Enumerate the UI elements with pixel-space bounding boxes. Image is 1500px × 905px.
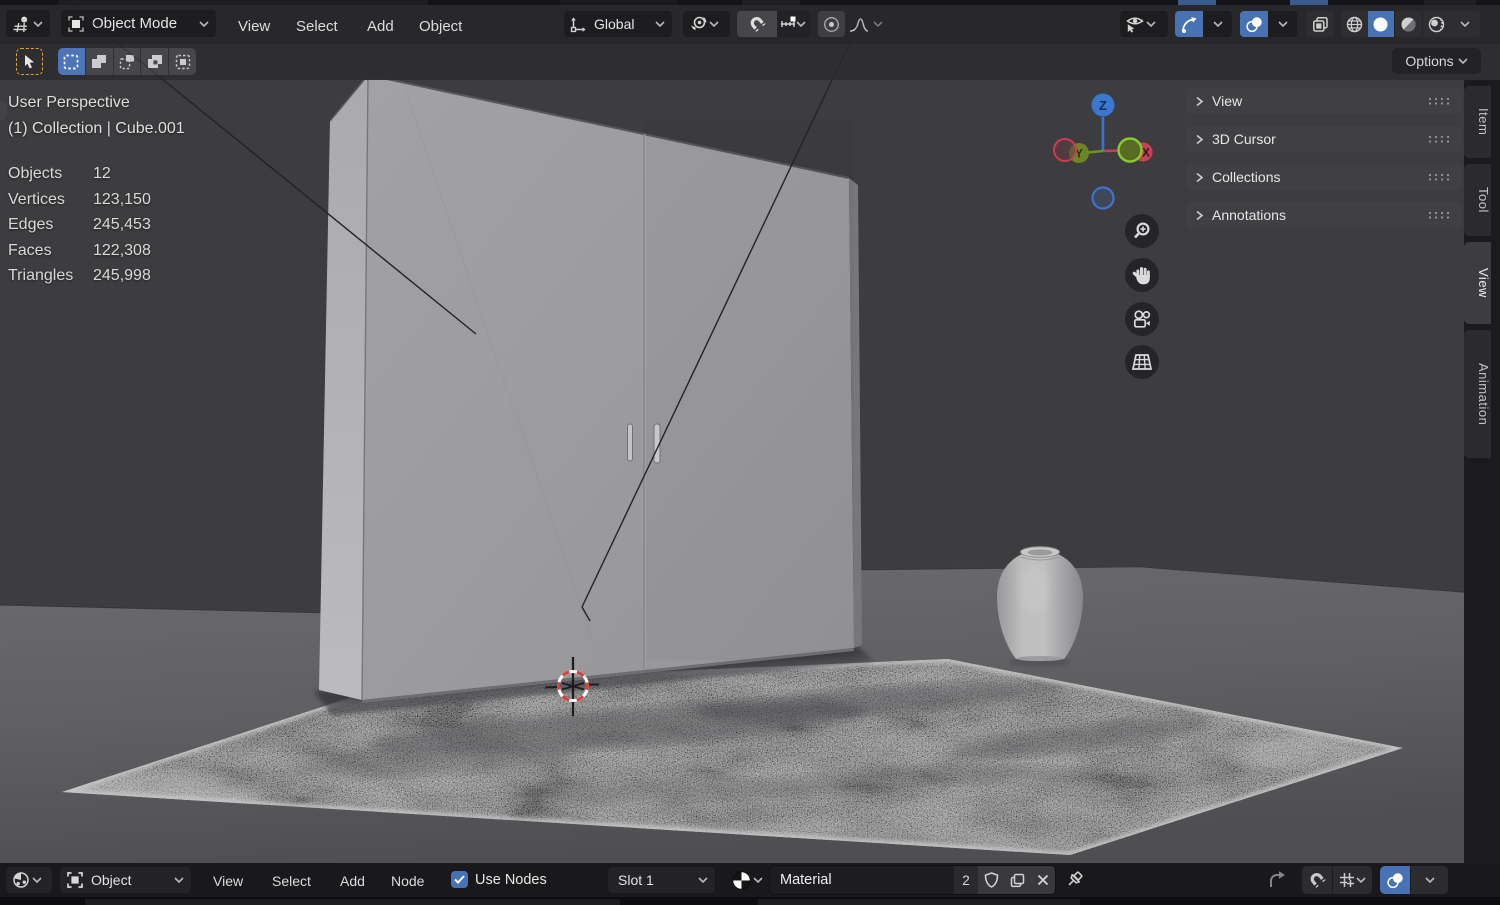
- svg-text:X: X: [1142, 148, 1150, 160]
- svg-text:Z: Z: [1099, 98, 1107, 113]
